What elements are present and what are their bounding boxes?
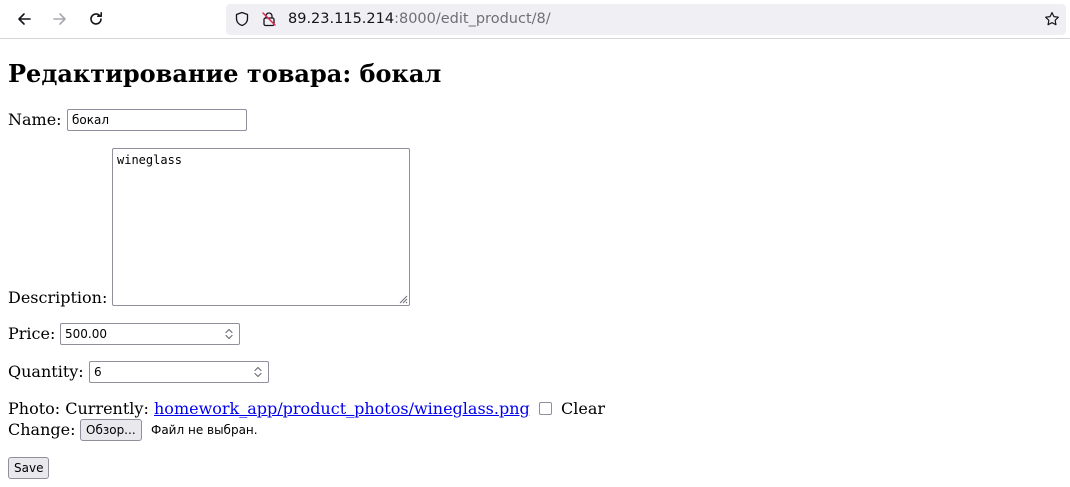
quantity-label: Quantity:	[8, 362, 84, 381]
page-title: Редактирование товара: бокал	[8, 59, 442, 88]
url-path: :8000/edit_product/8/	[394, 11, 551, 27]
price-value: 500.00	[65, 327, 107, 341]
save-button[interactable]: Save	[8, 457, 50, 479]
name-input[interactable]: бокал	[67, 109, 247, 131]
spinner-arrows-icon[interactable]	[250, 364, 266, 380]
clear-label[interactable]: Clear	[561, 399, 605, 418]
forward-arrow-icon	[53, 13, 66, 25]
browse-file-button[interactable]: Обзор...	[80, 419, 142, 441]
clear-checkbox[interactable]	[539, 402, 552, 415]
price-input[interactable]: 500.00	[60, 323, 240, 345]
reload-icon	[90, 12, 102, 25]
current-photo-link[interactable]: homework_app/product_photos/wineglass.pn…	[154, 399, 530, 418]
bookmark-star-icon[interactable]	[1044, 11, 1060, 27]
price-label: Price:	[8, 324, 56, 343]
forward-button[interactable]	[46, 5, 74, 33]
url-text[interactable]: 89.23.115.214:8000/edit_product/8/	[288, 11, 551, 28]
quantity-value: 6	[94, 365, 102, 379]
browser-toolbar: 89.23.115.214:8000/edit_product/8/	[0, 0, 1070, 39]
description-textarea[interactable]: wineglass	[112, 148, 410, 306]
url-host: 89.23.115.214	[288, 11, 395, 27]
no-file-text: Файл не выбран.	[151, 423, 258, 437]
description-text: wineglass	[117, 153, 183, 167]
url-bar[interactable]: 89.23.115.214:8000/edit_product/8/	[226, 4, 1066, 35]
quantity-input[interactable]: 6	[89, 361, 269, 383]
description-label: Description:	[8, 288, 108, 307]
resize-grip-icon[interactable]	[398, 294, 408, 304]
back-button[interactable]	[10, 5, 38, 33]
name-label: Name:	[8, 110, 62, 129]
back-arrow-icon	[18, 13, 31, 25]
spinner-arrows-icon[interactable]	[221, 326, 237, 342]
insecure-lock-icon[interactable]	[261, 11, 277, 27]
reload-button[interactable]	[82, 5, 110, 33]
change-label: Change:	[8, 420, 76, 439]
photo-label: Photo: Currently:	[8, 399, 149, 418]
shield-icon[interactable]	[234, 11, 250, 27]
